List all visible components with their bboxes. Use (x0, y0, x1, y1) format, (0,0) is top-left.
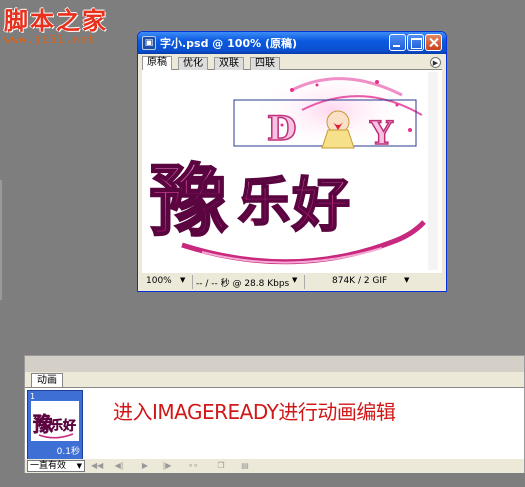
caption-text: 进入IMAGEREADY进行动画编辑 (113, 400, 396, 424)
tab-optimized[interactable]: 优化 (178, 57, 208, 70)
tab-original[interactable]: 原稿 (142, 56, 172, 70)
tab-2-up[interactable]: 双联 (214, 57, 244, 70)
frames-area: 1 豫 乐 好 0.1秒 进入IMAGEREADY进行动画编辑 (25, 387, 524, 460)
svg-text:乐: 乐 (51, 417, 63, 432)
zoom-level[interactable]: 100% (146, 276, 172, 286)
frame-thumbnail: 豫 乐 好 (31, 401, 79, 441)
first-frame-icon[interactable]: ◀◀ (91, 460, 103, 472)
svg-text:Y: Y (369, 114, 394, 152)
photoshop-doc-icon: ▣ (142, 36, 156, 50)
window-title: 字小.psd @ 100% (原稿) (160, 37, 298, 50)
panel-grip[interactable] (25, 356, 524, 372)
download-time[interactable]: -- / -- 秒 @ 28.8 Kbps (196, 276, 289, 289)
document-window[interactable]: ▣ 字小.psd @ 100% (原稿) 原稿 优化 双联 四联 ▶ D Y 豫… (137, 31, 447, 292)
tab-animation[interactable]: 动画 (31, 373, 63, 388)
tween-icon[interactable]: ∘∘ (187, 460, 199, 472)
view-tabs: 原稿 优化 双联 四联 ▶ (142, 56, 442, 70)
tab-4-up[interactable]: 四联 (250, 57, 280, 70)
close-icon[interactable] (425, 34, 442, 51)
chevron-down-icon[interactable]: ▼ (292, 276, 297, 284)
window-titlebar[interactable]: ▣ 字小.psd @ 100% (原稿) (138, 32, 446, 54)
animation-controls: 一直有效 ▼ ◀◀ ◀| ▶ |▶ ∘∘ ❐ ▤ (25, 459, 524, 473)
left-edge-strip (0, 180, 2, 300)
delete-frame-icon[interactable]: ▤ (239, 460, 251, 472)
chevron-down-icon[interactable]: ▼ (404, 276, 409, 284)
chevron-down-icon[interactable]: ▼ (180, 276, 185, 284)
artwork-image: D Y 豫 乐 好 (149, 70, 426, 265)
minimize-icon[interactable] (389, 34, 406, 51)
chevron-down-icon: ▼ (76, 462, 82, 470)
next-frame-icon[interactable]: |▶ (161, 460, 173, 472)
frame-delay[interactable]: 0.1秒 (57, 444, 80, 457)
maximize-icon[interactable] (407, 34, 424, 51)
animation-panel: 动画 1 豫 乐 好 0.1秒 进入IMAGEREADY进行动画编辑 一直有效 ▼… (24, 355, 525, 473)
watermark-url: www.jb51.net (4, 33, 96, 46)
loop-select[interactable]: 一直有效 ▼ (27, 460, 85, 472)
new-frame-icon[interactable]: ❐ (215, 460, 227, 472)
panel-menu-arrow-icon[interactable]: ▶ (430, 57, 441, 68)
play-icon[interactable]: ▶ (139, 460, 151, 472)
loop-option: 一直有效 (30, 461, 67, 471)
svg-text:豫: 豫 (33, 412, 53, 436)
vertical-scrollbar[interactable] (428, 72, 438, 270)
watermark-title: 脚本之家 (4, 6, 108, 35)
svg-text:好: 好 (291, 171, 350, 239)
svg-text:豫: 豫 (150, 157, 228, 247)
animation-frame[interactable]: 1 豫 乐 好 0.1秒 (27, 390, 83, 460)
frame-number: 1 (30, 392, 36, 401)
status-bar: 100% ▼ -- / -- 秒 @ 28.8 Kbps ▼ 874K / 2 … (142, 275, 442, 289)
svg-text:乐: 乐 (238, 173, 290, 233)
file-info[interactable]: 874K / 2 GIF (332, 276, 387, 286)
svg-text:D: D (267, 109, 296, 149)
prev-frame-icon[interactable]: ◀| (113, 460, 125, 472)
svg-text:好: 好 (62, 418, 76, 434)
image-canvas[interactable]: D Y 豫 乐 好 (142, 70, 442, 273)
